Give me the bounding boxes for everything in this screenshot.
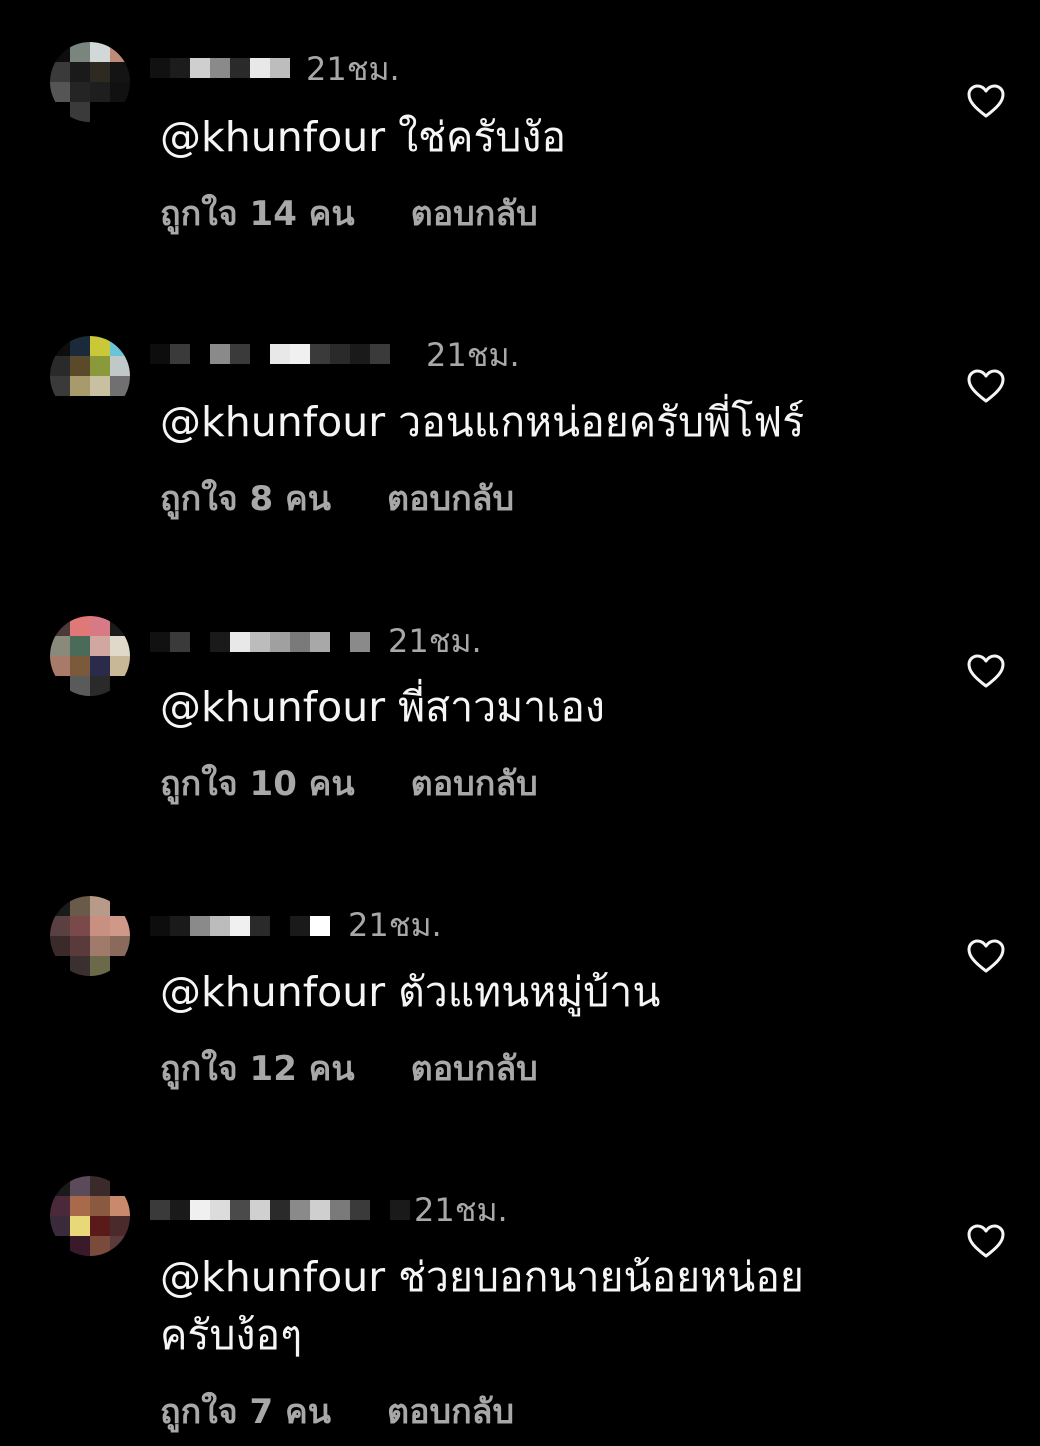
- comment-text: @khunfour ช่วยบอกนายน้อยหน่อยครับง้อๆ: [160, 1253, 804, 1359]
- avatar-pixel: [110, 1176, 130, 1196]
- comments-screen: { "comments": [ { "time": "21ชม.", "text…: [0, 0, 1040, 1446]
- avatar-pixel: [90, 1216, 110, 1236]
- avatar-pixel: [50, 1216, 70, 1236]
- username-blurred[interactable]: [150, 1196, 410, 1224]
- avatar-pixel: [70, 1176, 90, 1196]
- avatar-pixel: [90, 1196, 110, 1216]
- comment-item: 21ชม. @khunfour ช่วยบอกนายน้อยหน่อยครับง…: [0, 0, 1040, 1446]
- comment-meta: ถูกใจ 7 คน ตอบกลับ: [160, 1392, 514, 1432]
- likes-count-link[interactable]: ถูกใจ 7 คน: [160, 1392, 331, 1432]
- avatar[interactable]: [50, 1176, 130, 1256]
- avatar-pixel: [70, 1196, 90, 1216]
- reply-button[interactable]: ตอบกลับ: [387, 1392, 514, 1432]
- avatar-pixel: [110, 1216, 130, 1236]
- comment-time: 21ชม.: [414, 1191, 508, 1229]
- heart-icon[interactable]: [966, 1222, 1006, 1262]
- avatar-pixel: [50, 1196, 70, 1216]
- avatar-pixel: [110, 1196, 130, 1216]
- avatar-pixel: [50, 1236, 70, 1256]
- avatar-pixel: [90, 1176, 110, 1196]
- avatar-pixel: [70, 1236, 90, 1256]
- avatar-pixel: [90, 1236, 110, 1256]
- avatar-pixel: [50, 1176, 70, 1196]
- avatar-pixel: [110, 1236, 130, 1256]
- avatar-pixel: [70, 1216, 90, 1236]
